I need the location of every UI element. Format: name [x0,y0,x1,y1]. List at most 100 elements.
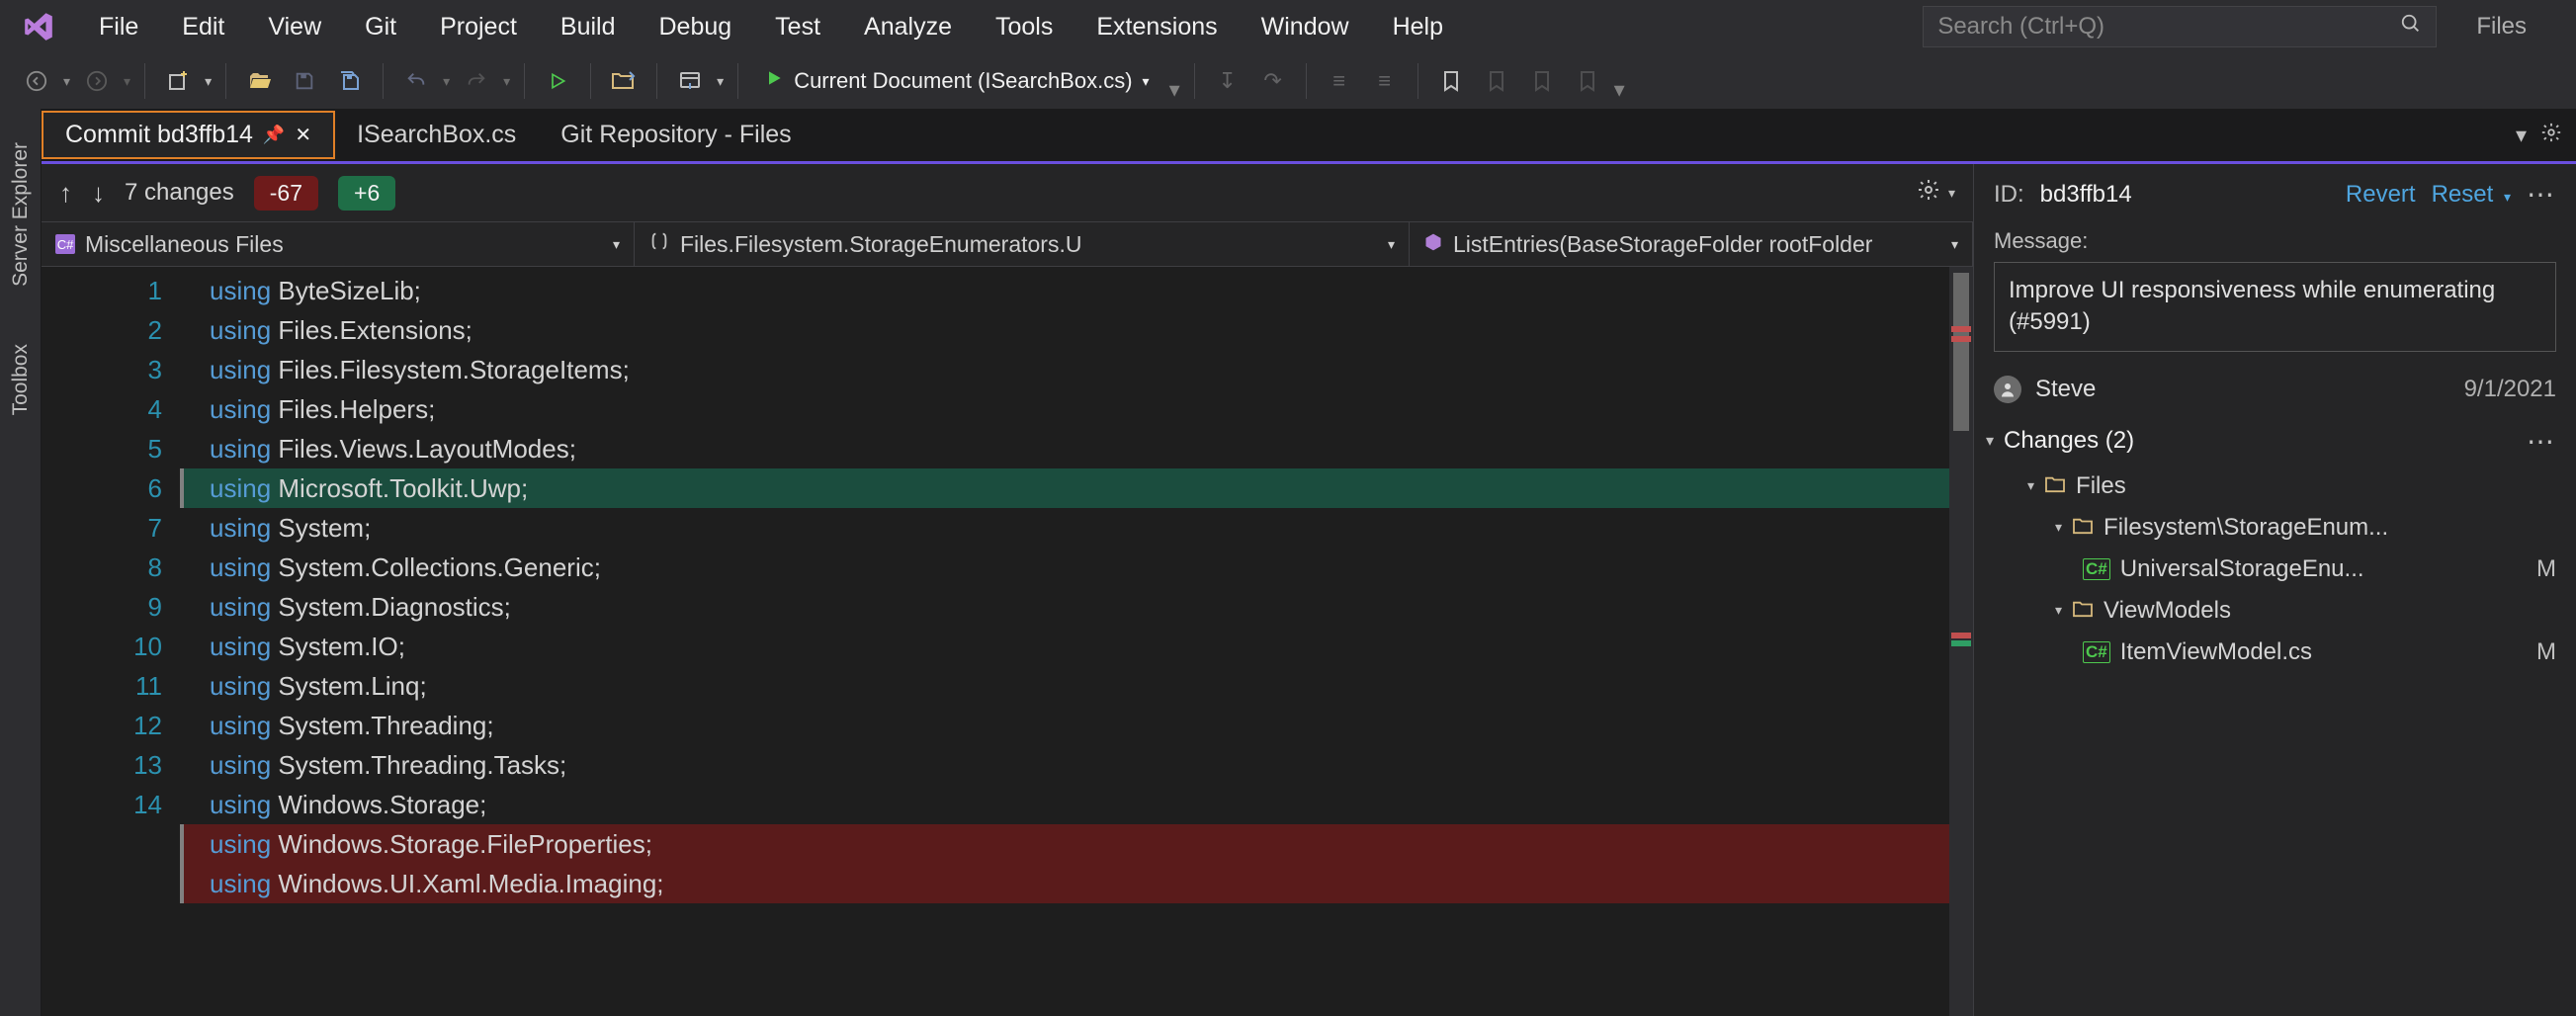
tree-folder[interactable]: ▾Files [2000,466,2556,507]
save-all-button[interactable] [331,62,369,100]
open-file-button[interactable] [240,62,278,100]
dropdown-icon[interactable]: ▾ [63,73,70,90]
browser-link-button[interactable] [671,62,709,100]
menu-debug[interactable]: Debug [638,13,754,42]
nav-forward-button[interactable] [78,62,116,100]
tree-file[interactable]: C#ItemViewModel.csM [2000,632,2556,673]
code-line[interactable]: using System.Threading; [180,706,1949,745]
dropdown-icon[interactable]: ▾ [205,73,212,90]
vertical-scrollbar[interactable] [1949,267,1973,1016]
menu-edit[interactable]: Edit [160,13,246,42]
dropdown-icon[interactable]: ▾ [124,73,130,90]
code-editor[interactable]: 1234567891011121314 using ByteSizeLib;us… [42,267,1973,1016]
dropdown-icon: ▾ [2504,189,2511,205]
pin-icon[interactable]: 📌 [263,125,285,145]
commit-message[interactable]: Improve UI responsiveness while enumerat… [1994,262,2556,352]
tab-git-repo[interactable]: Git Repository - Files [539,109,814,161]
code-line[interactable]: using System.Diagnostics; [180,587,1949,627]
bookmark-button[interactable] [1432,62,1470,100]
dropdown-icon[interactable]: ▾ [1948,185,1955,202]
dropdown-icon[interactable]: ▾ [717,73,724,90]
overflow-icon[interactable]: ▾ [1169,77,1180,103]
debug-target-dropdown[interactable]: Current Document (ISearchBox.cs) ▾ [752,68,1160,94]
tree-file[interactable]: C#UniversalStorageEnu...M [2000,549,2556,590]
undo-button[interactable] [397,62,435,100]
prev-change-button[interactable]: ↑ [59,178,72,209]
menu-extensions[interactable]: Extensions [1074,13,1239,42]
bookmark-clear-button[interactable] [1569,62,1606,100]
member-dropdown[interactable]: ListEntries(BaseStorageFolder rootFolder… [1410,222,1973,266]
changes-header[interactable]: ▾ Changes (2) ⋯ [1974,413,2576,466]
changes-more-button[interactable]: ⋯ [2527,425,2556,458]
tab-commit[interactable]: Commit bd3ffb14 📌 ✕ [42,111,335,159]
reset-button[interactable]: Reset ▾ [2432,181,2511,209]
step-over-button[interactable]: ↷ [1254,62,1292,100]
code-line[interactable]: using ByteSizeLib; [180,271,1949,310]
code-line[interactable]: using System.IO; [180,627,1949,666]
menu-project[interactable]: Project [418,13,539,42]
nav-back-button[interactable] [18,62,55,100]
dropdown-icon[interactable]: ▾ [443,73,450,90]
revert-button[interactable]: Revert [2346,181,2416,209]
indent-button[interactable]: ≡ [1366,62,1404,100]
menu-test[interactable]: Test [753,13,842,42]
active-files-dropdown-icon[interactable]: ▾ [2516,123,2527,148]
member-name: ListEntries(BaseStorageFolder rootFolder [1453,231,1941,258]
open-folder-browse-button[interactable] [605,62,643,100]
toolbox-tab[interactable]: Toolbox [5,330,37,429]
next-change-button[interactable]: ↓ [92,178,105,209]
menu-view[interactable]: View [246,13,343,42]
code-line[interactable]: using Files.Helpers; [180,389,1949,429]
server-explorer-tab[interactable]: Server Explorer [5,128,37,300]
scrollbar-thumb[interactable] [1953,273,1969,431]
code-line[interactable]: using System; [180,508,1949,548]
step-into-button[interactable]: ↧ [1209,62,1246,100]
expand-icon: ▾ [1986,431,1994,451]
code-line[interactable]: using System.Threading.Tasks; [180,745,1949,785]
code-line[interactable]: using Windows.Storage.FileProperties; [180,824,1949,864]
project-dropdown[interactable]: C# Miscellaneous Files ▾ [42,222,635,266]
menu-build[interactable]: Build [539,13,638,42]
line-number: 2 [42,310,162,350]
search-input[interactable] [1937,13,2422,41]
code-line[interactable]: using Microsoft.Toolkit.Uwp; [180,468,1949,508]
code-content[interactable]: using ByteSizeLib;using Files.Extensions… [180,267,1949,1016]
search-box[interactable] [1923,6,2437,47]
redo-button[interactable] [458,62,495,100]
menu-window[interactable]: Window [1240,13,1371,42]
dropdown-icon[interactable]: ▾ [503,73,510,90]
code-line[interactable]: using System.Collections.Generic; [180,548,1949,587]
close-icon[interactable]: ✕ [295,123,311,147]
tree-folder[interactable]: ▾ViewModels [2000,590,2556,632]
menu-file[interactable]: File [77,13,160,42]
new-item-button[interactable] [159,62,197,100]
code-line[interactable]: using Windows.Storage; [180,785,1949,824]
keyword: using [210,394,271,424]
tab-isearchbox[interactable]: ISearchBox.cs [335,109,539,161]
menu-git[interactable]: Git [343,13,418,42]
diff-settings-gear-icon[interactable] [1917,178,1940,209]
keyword: using [210,632,271,661]
separator [383,63,384,99]
keyword: using [210,790,271,819]
code-line[interactable]: using Windows.UI.Xaml.Media.Imaging; [180,864,1949,903]
save-button[interactable] [286,62,323,100]
code-line[interactable]: using System.Linq; [180,666,1949,706]
code-line[interactable]: using Files.Filesystem.StorageItems; [180,350,1949,389]
start-debug-button[interactable] [539,62,576,100]
menu-tools[interactable]: Tools [974,13,1074,42]
lines-removed-badge: -67 [254,176,318,211]
settings-gear-icon[interactable] [2540,122,2562,149]
more-actions-button[interactable]: ⋯ [2527,178,2556,211]
tree-folder[interactable]: ▾Filesystem\StorageEnum... [2000,507,2556,549]
diff-summary-bar: ↑ ↓ 7 changes -67 +6 ▾ [42,164,1973,221]
bookmark-next-button[interactable] [1523,62,1561,100]
menu-analyze[interactable]: Analyze [842,13,974,42]
overflow-icon[interactable]: ▾ [1614,77,1625,103]
code-line[interactable]: using Files.Extensions; [180,310,1949,350]
menu-help[interactable]: Help [1371,13,1465,42]
code-line[interactable]: using Files.Views.LayoutModes; [180,429,1949,468]
outdent-button[interactable]: ≡ [1321,62,1358,100]
bookmark-prev-button[interactable] [1478,62,1515,100]
namespace-dropdown[interactable]: Files.Filesystem.StorageEnumerators.U ▾ [635,222,1410,266]
